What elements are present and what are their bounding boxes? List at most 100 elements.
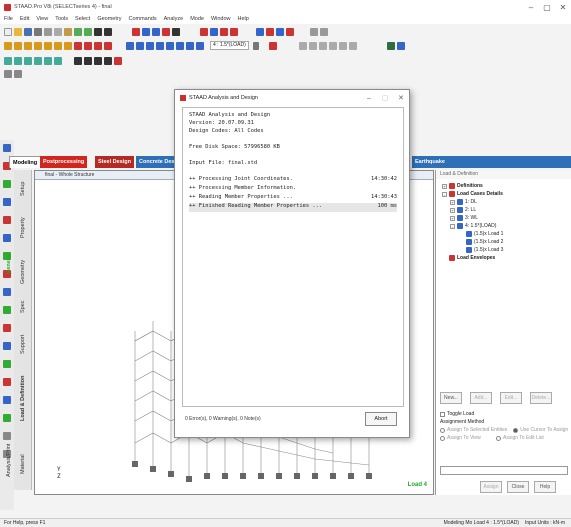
rotate-down-icon[interactable] [14,56,22,65]
surface-cursor-icon[interactable] [44,41,52,50]
redo-icon[interactable] [84,28,92,36]
tab-earthquake[interactable]: Earthquake [412,156,571,168]
plate-icon[interactable] [210,28,218,36]
collapse-icon[interactable]: - [450,223,455,229]
use-cursor-radio[interactable]: Use Cursor To Assign [513,427,568,433]
edit-button[interactable]: Edit... [500,392,522,404]
close-icon[interactable]: ✕ [393,94,409,102]
zoom-in-icon[interactable] [136,41,144,50]
member-add-icon[interactable] [74,41,82,50]
view-3d-icon[interactable] [142,28,150,36]
select-property-icon[interactable] [3,324,11,332]
node-cursor-icon[interactable] [4,41,12,50]
labels-icon[interactable] [172,28,180,36]
snap-grid-icon[interactable] [4,70,12,78]
symbols-icon[interactable] [114,56,122,65]
geometry-cursor-icon[interactable] [54,41,62,50]
tree-load-cases[interactable]: - Load Cases Details [442,190,571,198]
tree-combo-item[interactable]: (1.5)x Load 2 [442,238,571,246]
reaction-icon[interactable] [308,41,317,50]
expand-icon[interactable]: + [450,215,455,221]
spin-right-icon[interactable] [54,56,62,65]
add-button[interactable]: Add... [470,392,492,404]
tab-modeling[interactable]: Modeling [9,156,42,168]
parallel-cursor-icon[interactable] [64,41,72,50]
paste-icon[interactable] [64,28,72,36]
tree-lc3[interactable]: +3: WL [442,214,571,222]
tab-geometry[interactable]: Geometry [16,252,30,292]
member-rotate-icon[interactable] [94,41,102,50]
load-case-combo[interactable]: 4 : 1.5*(LOAD) [210,41,249,50]
menu-help[interactable]: Help [238,16,249,22]
load-next-icon[interactable] [268,41,277,50]
menu-window[interactable]: Window [211,16,231,22]
zoom-all-icon[interactable] [156,41,164,50]
tab-general[interactable]: General [2,234,16,294]
expand-icon[interactable]: + [450,199,455,205]
rotate-up-icon[interactable] [4,56,12,65]
tree-combo-item[interactable]: (1.5)x Load 3 [442,246,571,254]
front-view-icon[interactable] [84,56,92,65]
menu-edit[interactable]: Edit [20,16,29,22]
displacement-icon[interactable] [298,41,307,50]
assign-selected-radio[interactable]: Assign To Selected Entities [440,427,507,433]
select-solids-icon[interactable] [3,198,11,206]
rotate-right-icon[interactable] [34,56,42,65]
mesh-icon[interactable] [276,28,284,36]
combo-dropdown-icon[interactable] [252,41,259,50]
zoom-icon[interactable] [94,28,102,36]
beam-icon[interactable] [200,28,208,36]
menu-select[interactable]: Select [75,16,90,22]
status-units[interactable]: Input Units : kN-m [525,519,565,527]
dimension-icon[interactable] [286,28,294,36]
print-icon[interactable] [34,28,42,36]
close-button[interactable]: Close [507,481,529,493]
zoom-window-icon[interactable] [126,41,134,50]
expand-icon[interactable]: + [442,183,447,189]
tree-lc4[interactable]: -4: 1.5*(LOAD) [442,222,571,230]
color-legend-icon[interactable] [386,41,395,50]
assign-edit-list-radio[interactable]: Assign To Edit List [496,435,544,441]
menu-commands[interactable]: Commands [128,16,156,22]
solid-cursor-icon[interactable] [34,41,42,50]
new-button[interactable]: New... [440,392,462,404]
translational-repeat-icon[interactable] [14,70,22,78]
save-icon[interactable] [24,28,32,36]
assign-button[interactable]: Assign [480,481,502,493]
load-tree[interactable]: + Definitions - Load Cases Details +1: DL … [436,179,571,262]
close-icon[interactable]: ✕ [555,3,571,12]
minimize-icon[interactable]: – [361,95,377,102]
expand-icon[interactable]: + [450,207,455,213]
tree-combo-item[interactable]: (1.5)x Load 1 [442,230,571,238]
help-button[interactable]: Help [534,481,556,493]
select-inverse-icon[interactable] [3,360,11,368]
maximize-icon[interactable]: ▢ [539,3,555,12]
menu-mode[interactable]: Mode [190,16,204,22]
tab-material[interactable]: Material [16,446,30,482]
collapse-icon[interactable]: - [442,191,447,197]
copy-icon[interactable] [54,28,62,36]
assign-view-radio[interactable]: Assign To View [440,435,490,441]
tab-analysis-print[interactable]: Analysis/Print [2,432,16,488]
minimize-icon[interactable]: – [523,3,539,12]
solid-icon[interactable] [220,28,228,36]
tree-lc1[interactable]: +1: DL [442,198,571,206]
spin-left-icon[interactable] [44,56,52,65]
plate-cursor-icon[interactable] [24,41,32,50]
select-plates-icon[interactable] [3,180,11,188]
support-icon[interactable] [266,28,274,36]
moment-icon[interactable] [338,41,347,50]
tree-definitions[interactable]: + Definitions [442,182,571,190]
node-icon[interactable] [256,28,264,36]
cut-icon[interactable] [44,28,52,36]
side-view-icon[interactable] [104,56,112,65]
tab-property[interactable]: Property [16,208,30,248]
tab-postprocessing[interactable]: Postprocessing [40,156,88,168]
axial-icon[interactable] [318,41,327,50]
beam-cursor-icon[interactable] [14,41,22,50]
shear-icon[interactable] [328,41,337,50]
select-surfaces-icon[interactable] [3,216,11,224]
beam-stress-icon[interactable] [348,41,357,50]
structure-icon[interactable] [162,28,170,36]
close-view-icon[interactable] [310,28,318,36]
